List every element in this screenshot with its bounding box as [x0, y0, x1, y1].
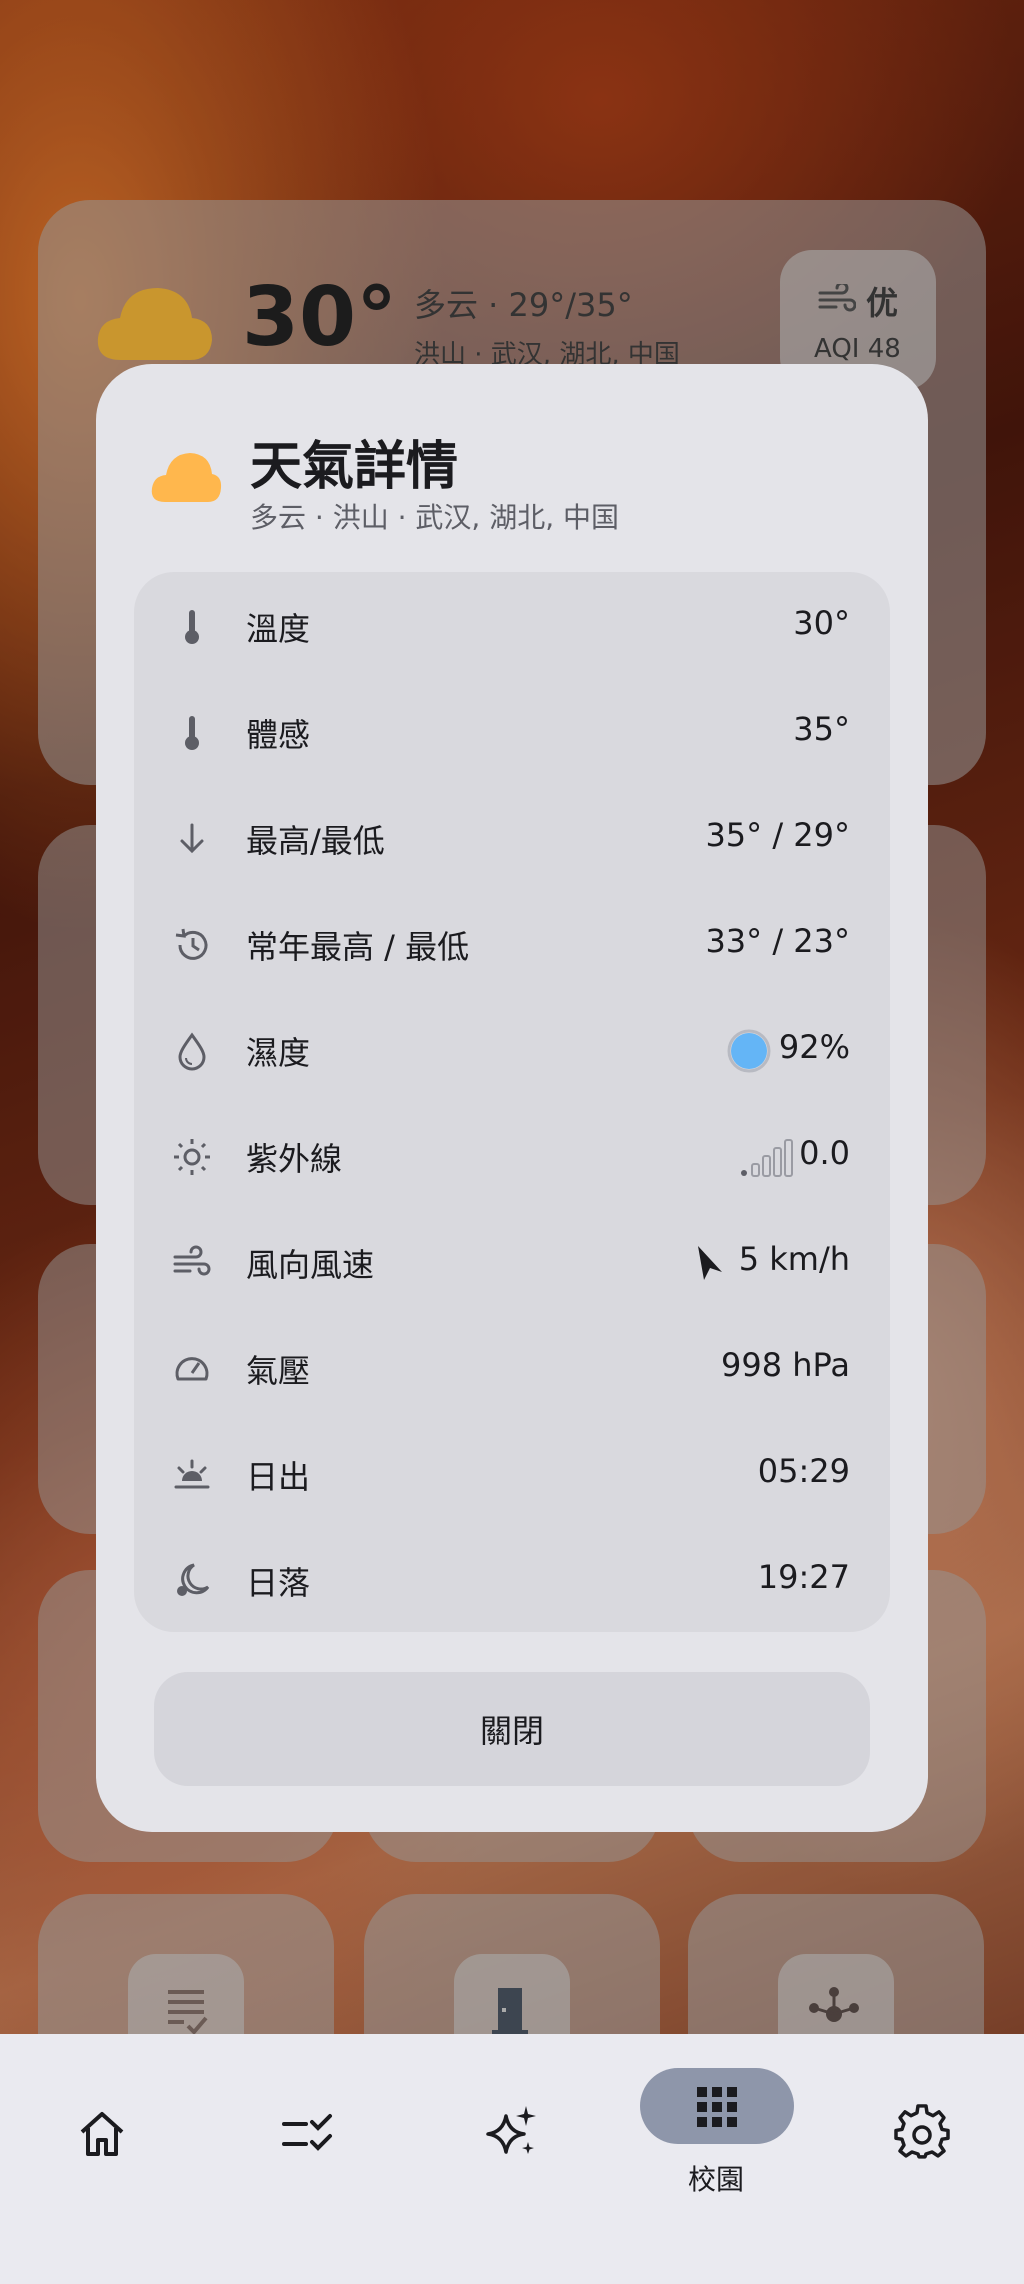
- wind-icon: [173, 1245, 211, 1276]
- cloud-icon: [151, 453, 222, 502]
- detail-label: 體感: [246, 716, 311, 754]
- close-button[interactable]: 關閉: [154, 1672, 870, 1786]
- detail-label: 氣壓: [246, 1352, 311, 1390]
- detail-row-sunset: 日落 19:27: [134, 1528, 890, 1634]
- droplet-icon: [178, 1032, 206, 1071]
- sun-icon: [174, 1139, 210, 1175]
- humidity-gauge: [727, 1029, 771, 1073]
- detail-label: 常年最高 / 最低: [246, 928, 470, 966]
- detail-value: 19:27: [757, 1558, 850, 1596]
- detail-row-sunrise: 日出 05:29: [134, 1422, 890, 1528]
- aqi-label: 优: [866, 284, 899, 322]
- detail-label: 紫外線: [246, 1140, 343, 1178]
- detail-row-high-low: 最高/最低 35° / 29°: [134, 786, 890, 892]
- detail-row-pressure: 氣壓 998 hPa: [134, 1316, 890, 1422]
- detail-row-wind: 風向風速 5 km/h: [134, 1210, 890, 1316]
- detail-row-temperature: 溫度 30°: [134, 574, 890, 680]
- detail-value: 5 km/h: [738, 1240, 850, 1278]
- detail-value: 0.0: [799, 1134, 850, 1172]
- detail-value: 30°: [793, 604, 850, 642]
- sparkle-icon[interactable]: [482, 2102, 542, 2162]
- gauge-icon: [175, 1357, 209, 1381]
- detail-value: 05:29: [757, 1452, 850, 1490]
- detail-label: 風向風速: [246, 1246, 375, 1284]
- thermometer-icon: [185, 610, 199, 644]
- network-icon: [809, 1987, 859, 2022]
- detail-label: 日出: [246, 1458, 311, 1496]
- detail-label: 最高/最低: [246, 822, 385, 860]
- dialog-title: 天氣詳情: [250, 437, 459, 497]
- detail-value: 92%: [778, 1028, 850, 1066]
- detail-row-uv: 紫外線 0.0: [134, 1104, 890, 1210]
- home-icon[interactable]: [72, 2104, 132, 2164]
- arrow-down-icon: [180, 823, 204, 854]
- grid-icon[interactable]: [695, 2085, 739, 2129]
- moon-icon: [177, 1563, 210, 1596]
- detail-label: 濕度: [246, 1034, 311, 1072]
- detail-row-feels-like: 體感 35°: [134, 680, 890, 786]
- sunrise-icon: [174, 1459, 210, 1489]
- wind-icon: [818, 284, 856, 312]
- cloud-icon: [97, 288, 212, 360]
- gear-icon[interactable]: [894, 2104, 950, 2160]
- condition-text: 多云 · 29°/35°: [414, 286, 633, 324]
- door-icon: [492, 1988, 528, 2034]
- current-temperature: 30°: [242, 270, 398, 365]
- detail-value: 998 hPa: [721, 1346, 850, 1384]
- history-icon: [175, 928, 208, 960]
- detail-value: 33° / 23°: [705, 922, 850, 960]
- uv-level-bars: [741, 1139, 793, 1177]
- detail-label: 日落: [246, 1564, 311, 1602]
- checklist-doc-icon: [168, 1990, 208, 2034]
- thermometer-icon: [185, 716, 199, 750]
- detail-row-normal-high-low: 常年最高 / 最低 33° / 23°: [134, 892, 890, 998]
- detail-value: 35°: [793, 710, 850, 748]
- dialog-subtitle: 多云 · 洪山 · 武汉, 湖北, 中国: [250, 501, 620, 534]
- detail-row-humidity: 濕度 92%: [134, 998, 890, 1104]
- detail-value: 35° / 29°: [705, 816, 850, 854]
- detail-label: 溫度: [246, 610, 311, 648]
- nav-label-campus[interactable]: 校園: [688, 2158, 744, 2198]
- checklist-icon[interactable]: [278, 2104, 338, 2164]
- wind-direction-arrow: [698, 1246, 722, 1280]
- aqi-value: AQI 48: [814, 334, 901, 364]
